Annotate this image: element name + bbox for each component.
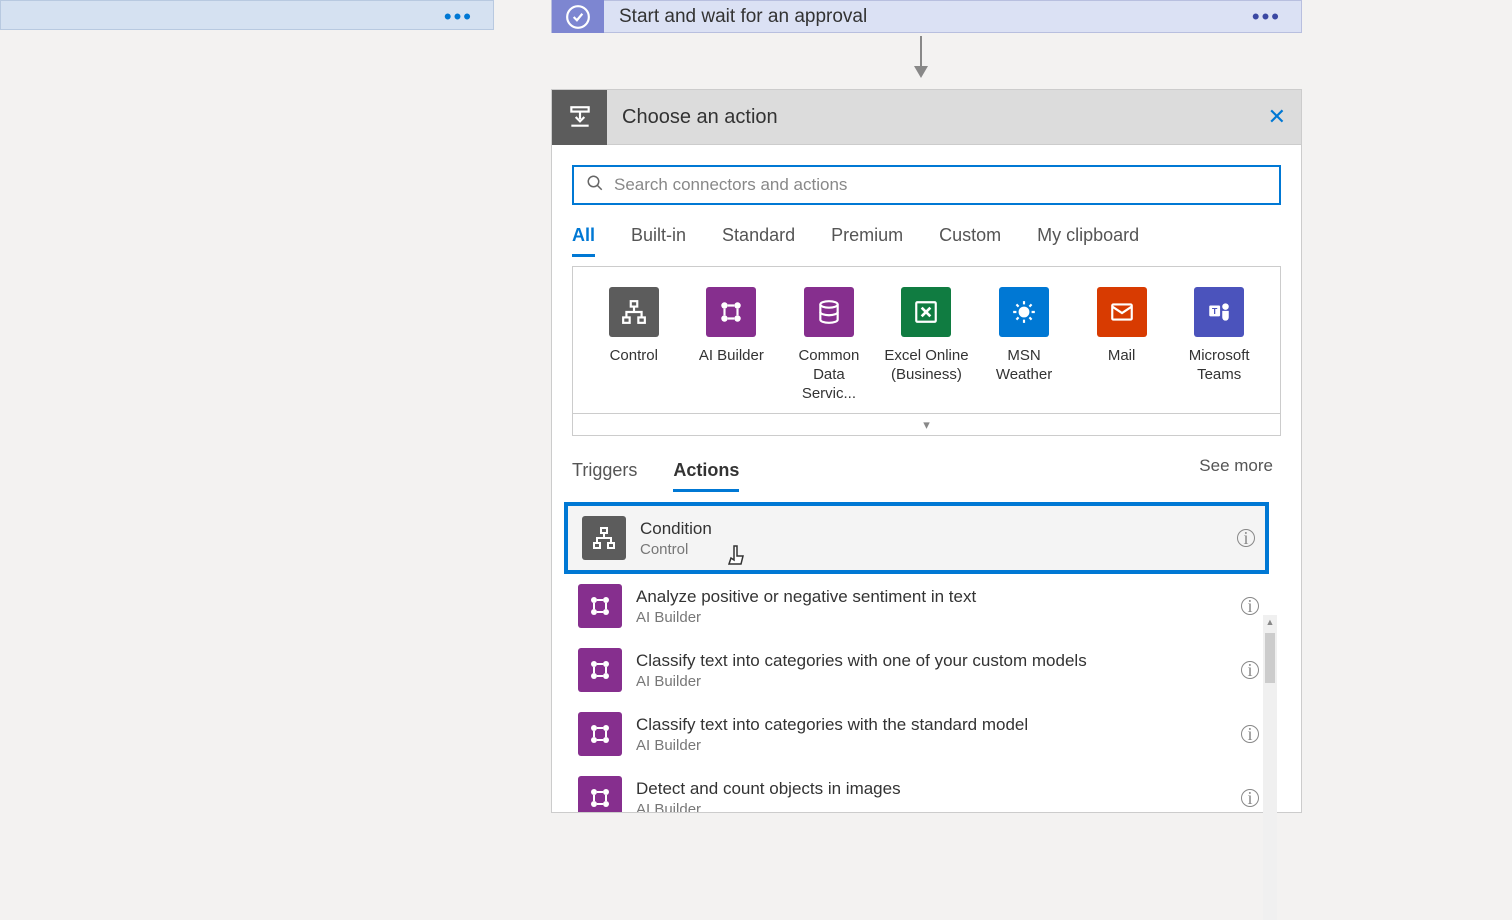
choose-action-title: Choose an action bbox=[622, 106, 778, 129]
connector-label: Excel Online (Business) bbox=[881, 347, 971, 385]
close-icon[interactable]: ✕ bbox=[1268, 104, 1286, 130]
connector-label: Common Data Servic... bbox=[784, 347, 874, 403]
connector-ai-builder[interactable]: AI Builder bbox=[683, 287, 779, 403]
connector-label: Microsoft Teams bbox=[1174, 347, 1264, 385]
scroll-thumb[interactable] bbox=[1265, 633, 1275, 683]
tab-triggers[interactable]: Triggers bbox=[572, 452, 637, 492]
choose-action-panel: Choose an action ✕ All Built-in Standard Pr… bbox=[551, 89, 1302, 813]
expand-connectors-button[interactable]: ▾ bbox=[572, 414, 1281, 436]
left-card-menu[interactable]: ••• bbox=[444, 4, 473, 30]
action-list: Condition Control i Analyze positive or neg… bbox=[564, 502, 1269, 812]
chevron-down-icon: ▾ bbox=[923, 417, 930, 433]
svg-text:T: T bbox=[1212, 306, 1218, 316]
approval-title: Start and wait for an approval bbox=[619, 6, 867, 28]
see-more-link[interactable]: See more bbox=[1199, 456, 1273, 476]
action-item-name: Detect and count objects in images bbox=[636, 779, 901, 799]
action-item-classify-text-into-categories-[interactable]: Classify text into categories with the s… bbox=[564, 702, 1269, 766]
connector-mail[interactable]: Mail bbox=[1074, 287, 1170, 403]
search-input[interactable] bbox=[614, 175, 1267, 195]
choose-action-icon bbox=[552, 90, 607, 145]
connector-icon bbox=[999, 287, 1049, 337]
connector-label: AI Builder bbox=[699, 347, 764, 366]
connector-label: Mail bbox=[1108, 347, 1136, 366]
filter-tab-premium[interactable]: Premium bbox=[831, 217, 903, 257]
action-item-name: Analyze positive or negative sentiment i… bbox=[636, 587, 976, 607]
connector-icon bbox=[901, 287, 951, 337]
action-item-category: AI Builder bbox=[636, 609, 976, 626]
approval-menu-icon[interactable]: ••• bbox=[1252, 4, 1281, 30]
connector-icon bbox=[609, 287, 659, 337]
action-item-name: Classify text into categories with the s… bbox=[636, 715, 1028, 735]
action-item-category: Control bbox=[640, 541, 712, 558]
connectors-grid: Control AI Builder Common Data Servic...Ex… bbox=[572, 266, 1281, 414]
connector-label: Control bbox=[610, 347, 658, 366]
search-box[interactable] bbox=[572, 165, 1281, 205]
tab-actions[interactable]: Actions bbox=[673, 452, 739, 492]
action-item-icon bbox=[582, 516, 626, 560]
action-item-analyze-positive-or-negative-s[interactable]: Analyze positive or negative sentiment i… bbox=[564, 574, 1269, 638]
info-icon[interactable]: i bbox=[1241, 661, 1259, 679]
connector-icon: T bbox=[1194, 287, 1244, 337]
connector-excel-online-business-[interactable]: Excel Online (Business) bbox=[878, 287, 974, 403]
info-icon[interactable]: i bbox=[1241, 597, 1259, 615]
filter-tab-custom[interactable]: Custom bbox=[939, 217, 1001, 257]
filter-tabs: All Built-in Standard Premium Custom My clipb… bbox=[552, 217, 1301, 258]
action-item-name: Condition bbox=[640, 519, 712, 539]
connector-control[interactable]: Control bbox=[586, 287, 682, 403]
filter-tab-all[interactable]: All bbox=[572, 217, 595, 257]
flow-arrow-icon bbox=[920, 36, 922, 76]
info-icon[interactable]: i bbox=[1237, 529, 1255, 547]
connector-icon bbox=[1097, 287, 1147, 337]
action-item-icon bbox=[578, 648, 622, 692]
choose-action-header: Choose an action ✕ bbox=[552, 90, 1301, 145]
connector-label: MSN Weather bbox=[979, 347, 1069, 385]
action-item-condition[interactable]: Condition Control i bbox=[564, 502, 1269, 574]
approval-icon bbox=[552, 0, 604, 33]
trigger-action-tabs: Triggers Actions See more bbox=[552, 436, 1301, 492]
action-item-detect-and-count-objects-in-im[interactable]: Detect and count objects in images AI Bui… bbox=[564, 766, 1269, 812]
connector-msn-weather[interactable]: MSN Weather bbox=[976, 287, 1072, 403]
filter-tab-my-clipboard[interactable]: My clipboard bbox=[1037, 217, 1139, 257]
scrollbar[interactable]: ▲ bbox=[1263, 615, 1277, 920]
action-item-category: AI Builder bbox=[636, 673, 1087, 690]
connector-microsoft-teams[interactable]: T Microsoft Teams bbox=[1171, 287, 1267, 403]
info-icon[interactable]: i bbox=[1241, 725, 1259, 743]
action-item-icon bbox=[578, 776, 622, 812]
action-item-name: Classify text into categories with one o… bbox=[636, 651, 1087, 671]
scroll-up-icon[interactable]: ▲ bbox=[1263, 615, 1277, 629]
left-card: ••• bbox=[0, 0, 494, 30]
info-icon[interactable]: i bbox=[1241, 789, 1259, 807]
action-item-icon bbox=[578, 584, 622, 628]
action-item-classify-text-into-categories-[interactable]: Classify text into categories with one o… bbox=[564, 638, 1269, 702]
filter-tab-built-in[interactable]: Built-in bbox=[631, 217, 686, 257]
action-item-category: AI Builder bbox=[636, 801, 901, 813]
action-item-icon bbox=[578, 712, 622, 756]
search-icon bbox=[586, 174, 604, 197]
connector-icon bbox=[706, 287, 756, 337]
connector-common-data-servic-[interactable]: Common Data Servic... bbox=[781, 287, 877, 403]
filter-tab-standard[interactable]: Standard bbox=[722, 217, 795, 257]
action-item-category: AI Builder bbox=[636, 737, 1028, 754]
approval-step-card[interactable]: Start and wait for an approval ••• bbox=[551, 0, 1302, 33]
connector-icon bbox=[804, 287, 854, 337]
